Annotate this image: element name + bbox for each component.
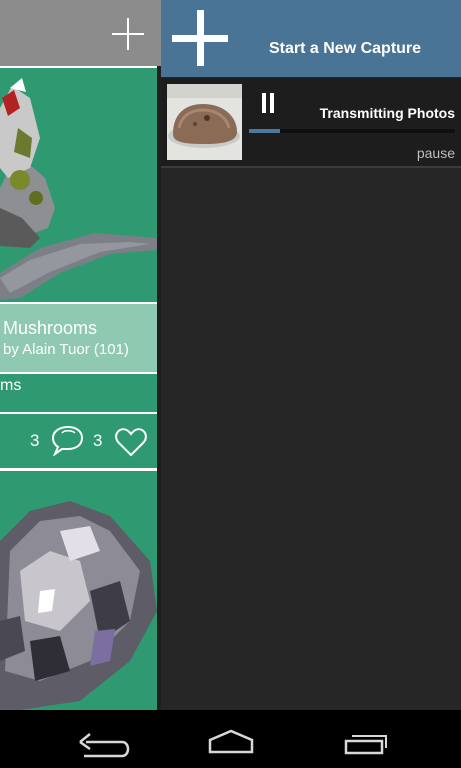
- plus-icon: [172, 10, 228, 66]
- home-icon: [208, 729, 254, 754]
- feed-panel: Mushrooms by Alain Tuor (101) ms 3 3: [0, 0, 161, 710]
- views-count: 3: [30, 431, 40, 450]
- model-stats-row: 3 3: [0, 414, 157, 468]
- model-title: Mushrooms: [3, 318, 98, 338]
- capture-thumbnail: [167, 84, 242, 160]
- upload-progress-bar: [249, 129, 455, 133]
- heart-icon[interactable]: [114, 426, 148, 458]
- back-arrow-icon: [79, 733, 130, 758]
- capture-panel: Start a New Capture Transmitting Photos …: [161, 0, 461, 710]
- upload-status: Transmitting Photos: [319, 105, 455, 121]
- pause-button[interactable]: pause: [417, 145, 455, 161]
- back-button[interactable]: [50, 718, 140, 760]
- model-tags-row: ms: [0, 374, 157, 412]
- recent-apps-icon: [344, 735, 387, 755]
- pause-icon[interactable]: [261, 93, 275, 113]
- new-capture-label: Start a New Capture: [269, 40, 422, 57]
- model-tags: ms: [0, 377, 22, 394]
- add-plus-icon[interactable]: [110, 16, 146, 52]
- navigation-bar: [0, 710, 461, 768]
- model-author: by Alain Tuor (101): [3, 341, 129, 358]
- model-thumbnail-building[interactable]: [0, 471, 157, 710]
- model-title-block[interactable]: Mushrooms by Alain Tuor (101): [0, 304, 157, 372]
- feed-toolbar: [0, 0, 161, 66]
- recent-apps-button[interactable]: [322, 718, 412, 760]
- comments-count: 3: [93, 431, 103, 450]
- new-capture-button[interactable]: Start a New Capture: [161, 0, 461, 77]
- model-thumbnail-mushrooms[interactable]: [0, 68, 157, 302]
- home-button[interactable]: [186, 718, 276, 760]
- upload-progress-fill: [249, 129, 280, 133]
- upload-item[interactable]: Transmitting Photos pause: [161, 78, 461, 168]
- speech-bubble-icon[interactable]: [50, 424, 84, 456]
